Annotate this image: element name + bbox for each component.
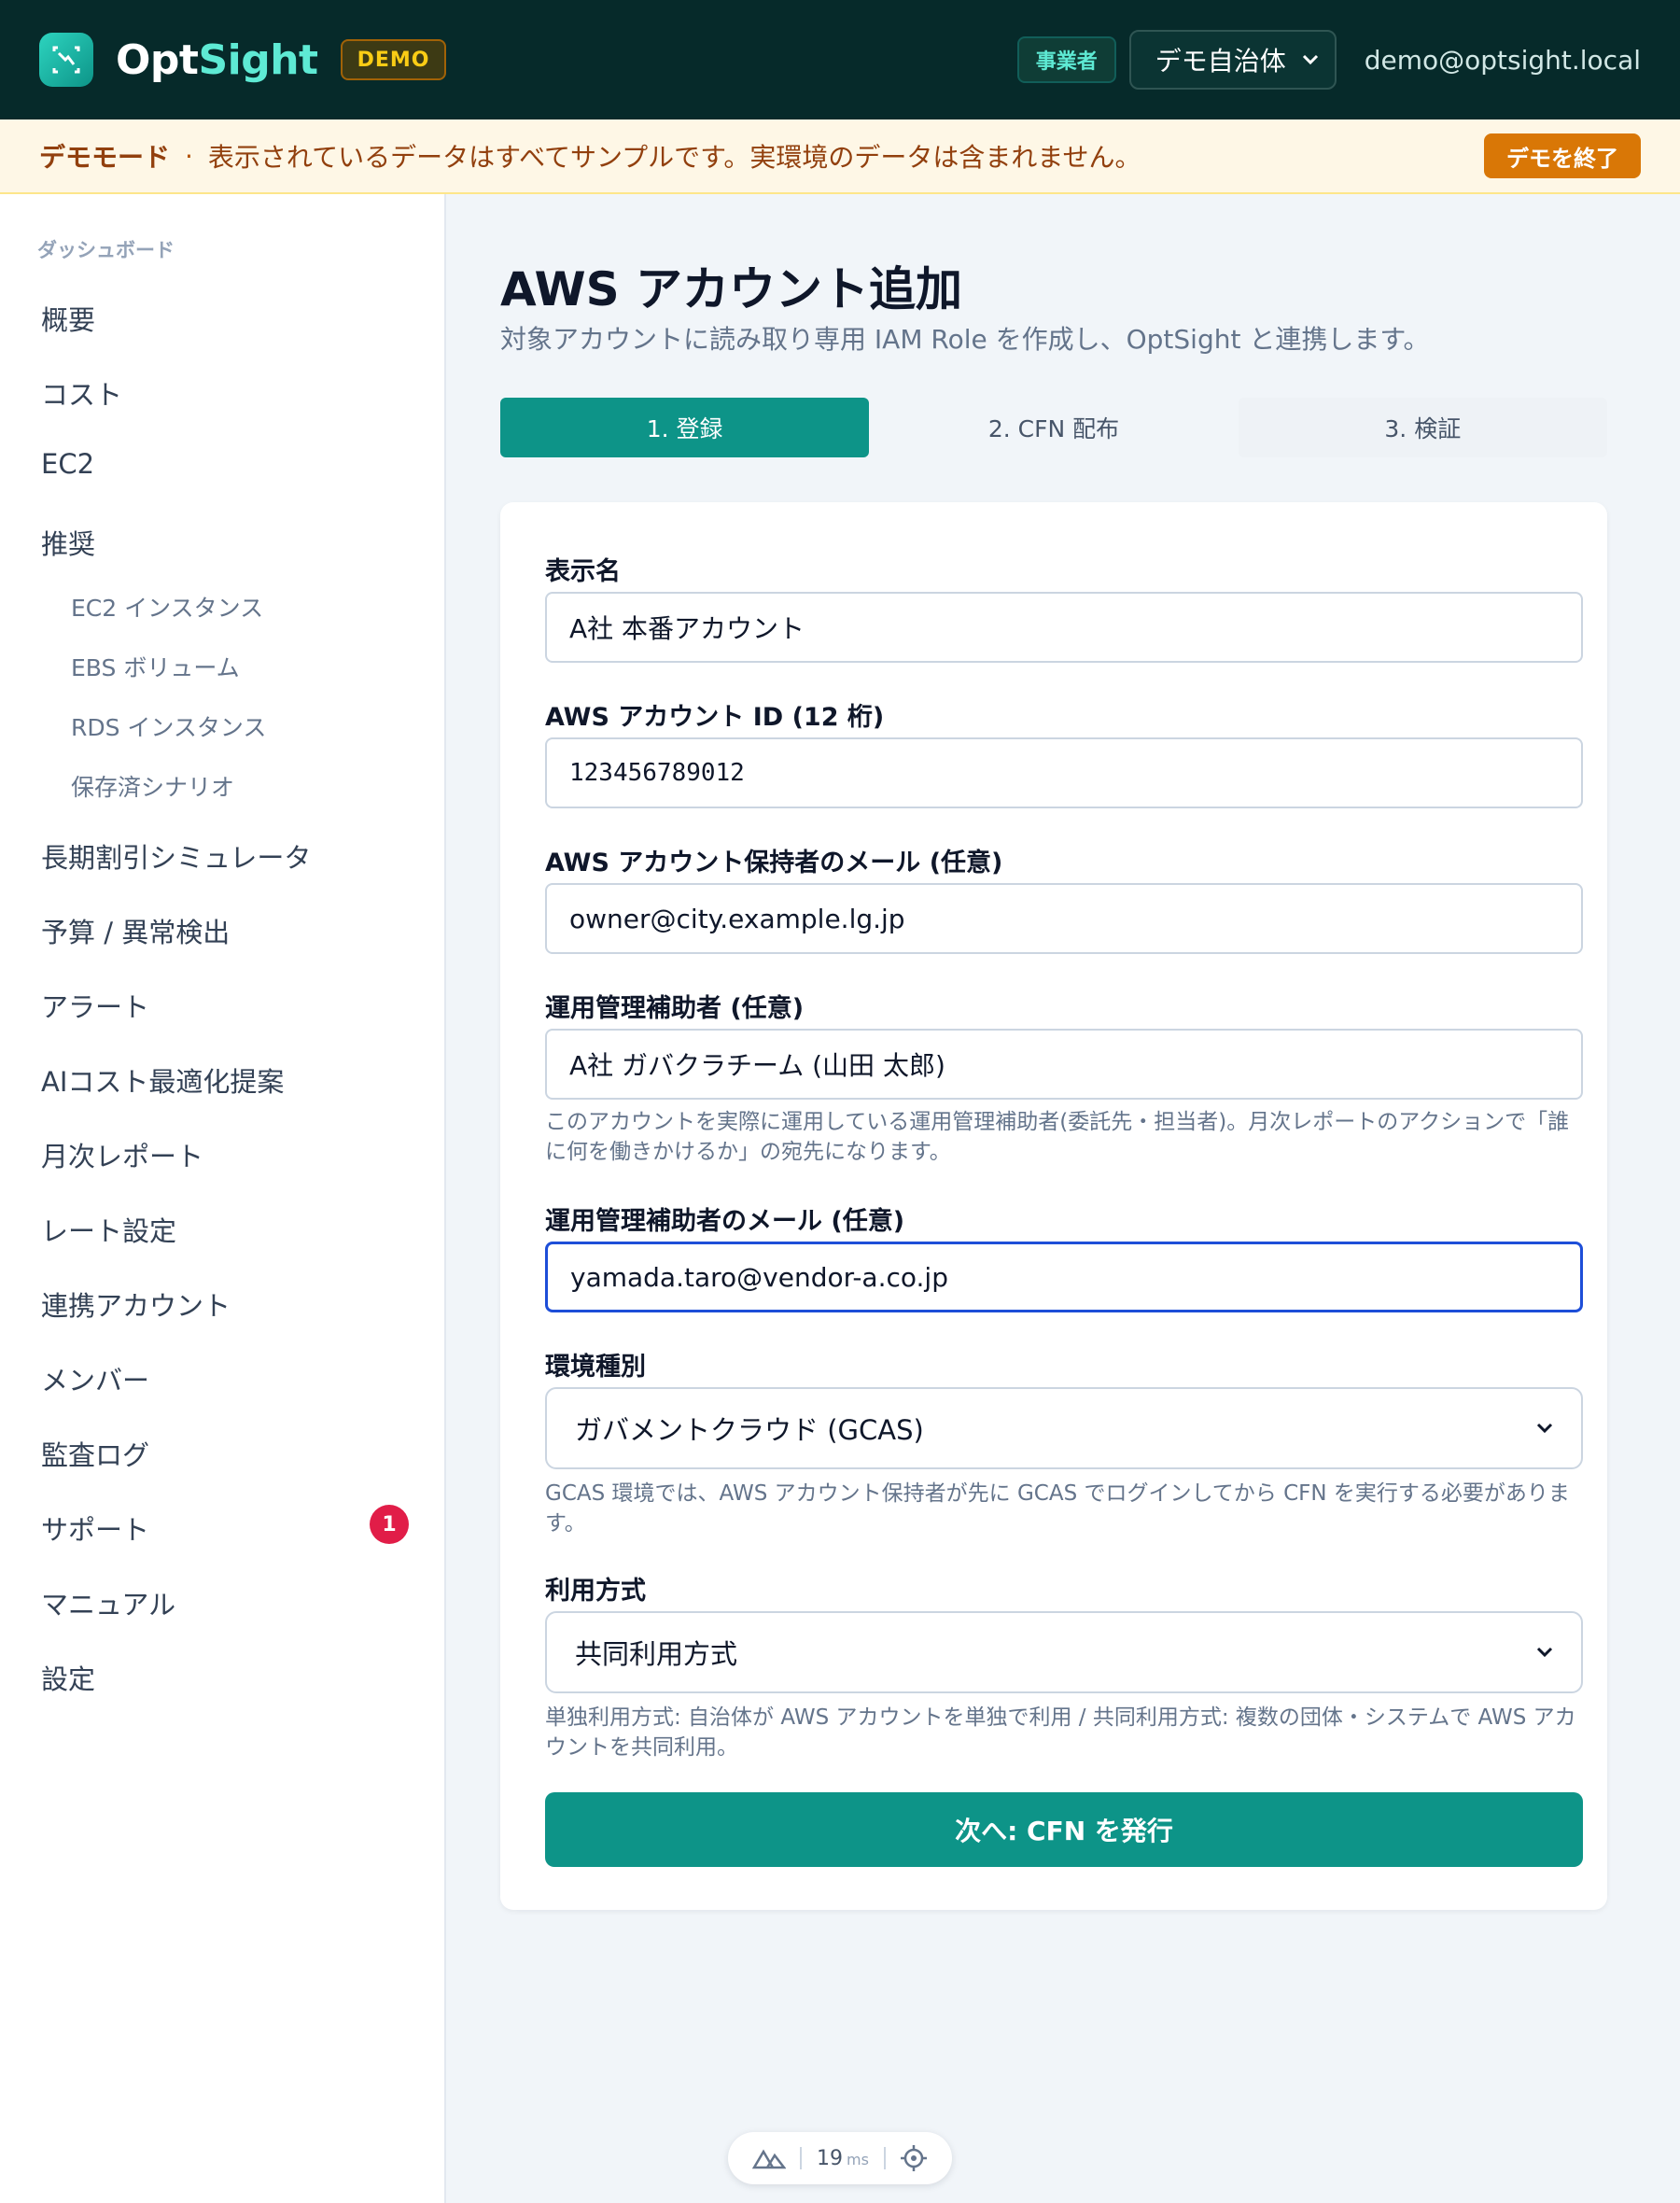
environment-hint: GCAS 環境では、AWS アカウント保持者が先に GCAS でログインしてから… — [545, 1481, 1570, 1536]
exit-demo-button[interactable]: デモを終了 — [1484, 133, 1641, 178]
operator-value: A社 ガバクラチーム (山田 太郎) — [569, 1050, 945, 1081]
operator-email-input[interactable]: yamada.taro@vendor-a.co.jp — [545, 1242, 1583, 1312]
header-right: 事業者 デモ自治体 demo@optsight.local — [1016, 30, 1641, 90]
operator-email-value: yamada.taro@vendor-a.co.jp — [570, 1261, 948, 1293]
stepper: 1. 登録 2. CFN 配布 3. 検証 — [500, 398, 1607, 457]
main-content: AWS アカウント追加 対象アカウントに読み取り専用 IAM Role を作成し… — [446, 194, 1680, 2203]
sidebar-item-members[interactable]: メンバー — [41, 1359, 149, 1398]
chevron-down-icon — [1302, 54, 1318, 65]
sidebar-item-recommendations[interactable]: 推奨 — [41, 523, 95, 562]
render-time-unit: ms — [847, 2150, 869, 2168]
sidebar-section-label: ダッシュボード — [37, 239, 175, 261]
chevron-down-icon — [1536, 1647, 1553, 1658]
display-name-label: 表示名 — [545, 557, 621, 586]
usage-label: 利用方式 — [545, 1577, 646, 1606]
sidebar-subitem-rds-instances[interactable]: RDS インスタンス — [71, 709, 266, 743]
usage-hint: 単独利用方式: 自治体が AWS アカウントを単独で利用 / 共同利用方式: 複… — [545, 1705, 1576, 1760]
brand-prefix: Opt — [116, 35, 199, 84]
owner-email-input[interactable]: owner@city.example.lg.jp — [545, 883, 1583, 954]
tenant-select[interactable]: デモ自治体 — [1128, 30, 1337, 90]
devtools-pill: 19 ms — [728, 2132, 952, 2184]
account-form-card: 表示名 A社 本番アカウント AWS アカウント ID (12 桁) 12345… — [500, 502, 1607, 1910]
account-id-value: 123456789012 — [569, 759, 745, 787]
sidebar-item-ai-optimization[interactable]: AIコスト最適化提案 — [41, 1060, 284, 1100]
crosshair-icon[interactable] — [900, 2144, 928, 2172]
banner-text: 表示されているデータはすべてサンプルです。実環境のデータは含まれません。 — [207, 142, 1141, 173]
role-badge: 事業者 — [1016, 36, 1116, 83]
display-name-value: A社 本番アカウント — [569, 613, 805, 644]
top-navbar: OptSight DEMO 事業者 デモ自治体 demo@optsight.lo… — [0, 0, 1680, 119]
demo-banner: デモモード · 表示されているデータはすべてサンプルです。実環境のデータは含まれ… — [0, 119, 1680, 194]
tenant-select-value: デモ自治体 — [1155, 46, 1286, 77]
sidebar-subitem-ec2-instances[interactable]: EC2 インスタンス — [71, 590, 263, 624]
render-time: 19 ms — [817, 2147, 869, 2170]
sidebar-item-audit-log[interactable]: 監査ログ — [41, 1434, 149, 1473]
sidebar-subitem-ebs-volumes[interactable]: EBS ボリューム — [71, 650, 240, 683]
account-id-input[interactable]: 123456789012 — [545, 737, 1583, 808]
divider — [883, 2147, 886, 2169]
step-cfn-distribute: 2. CFN 配布 — [987, 415, 1120, 442]
next-issue-cfn-button[interactable]: 次へ: CFN を発行 — [545, 1792, 1583, 1867]
owner-email-label: AWS アカウント保持者のメール (任意) — [545, 849, 1003, 877]
operator-label: 運用管理補助者 (任意) — [545, 994, 805, 1023]
sidebar-subitem-saved-scenarios[interactable]: 保存済シナリオ — [71, 769, 234, 803]
display-name-input[interactable]: A社 本番アカウント — [545, 592, 1583, 663]
sidebar-item-discount-simulator[interactable]: 長期割引シミュレータ — [41, 836, 311, 876]
brand-name[interactable]: OptSight — [116, 36, 318, 84]
usage-select[interactable]: 共同利用方式 — [545, 1611, 1583, 1693]
environment-label: 環境種別 — [545, 1353, 646, 1382]
sidebar-item-budget-anomaly[interactable]: 予算 / 異常検出 — [41, 911, 230, 950]
sidebar: ダッシュボード 概要 コスト EC2 推奨 EC2 インスタンス EBS ボリュ… — [0, 194, 446, 2203]
sidebar-item-alerts[interactable]: アラート — [41, 986, 149, 1025]
sidebar-item-linked-accounts[interactable]: 連携アカウント — [41, 1284, 231, 1324]
demo-badge: DEMO — [340, 39, 447, 80]
operator-email-label: 運用管理補助者のメール (任意) — [545, 1207, 905, 1236]
sidebar-item-rate-settings[interactable]: レート設定 — [41, 1210, 176, 1249]
nuxt-icon[interactable] — [751, 2147, 786, 2169]
operator-hint: このアカウントを実際に運用している運用管理補助者(委託先・担当者)。月次レポート… — [545, 1110, 1570, 1164]
environment-select[interactable]: ガバメントクラウド (GCAS) — [545, 1387, 1583, 1469]
brand-accent: Sight — [198, 35, 318, 84]
sidebar-item-settings[interactable]: 設定 — [41, 1658, 95, 1697]
sidebar-item-manual[interactable]: マニュアル — [41, 1583, 175, 1622]
owner-email-value: owner@city.example.lg.jp — [569, 903, 905, 934]
step-register: 1. 登録 — [500, 398, 870, 457]
divider — [800, 2147, 803, 2169]
operator-input[interactable]: A社 ガバクラチーム (山田 太郎) — [545, 1029, 1583, 1100]
sidebar-item-cost[interactable]: コスト — [41, 373, 122, 413]
sidebar-item-monthly-report[interactable]: 月次レポート — [41, 1135, 203, 1174]
banner-title: デモモード — [39, 142, 171, 173]
chevron-down-icon — [1536, 1423, 1553, 1434]
sidebar-item-support[interactable]: サポート — [41, 1508, 149, 1548]
usage-select-value: 共同利用方式 — [575, 1638, 738, 1670]
banner-separator: · — [185, 140, 193, 172]
account-id-label: AWS アカウント ID (12 桁) — [545, 703, 885, 732]
environment-select-value: ガバメントクラウド (GCAS) — [575, 1414, 924, 1446]
user-email[interactable]: demo@optsight.local — [1365, 45, 1641, 76]
sidebar-item-overview[interactable]: 概要 — [41, 299, 95, 338]
render-time-value: 19 — [817, 2146, 844, 2170]
support-count-badge: 1 — [370, 1505, 409, 1544]
page-subtitle: 対象アカウントに読み取り専用 IAM Role を作成し、OptSight と連… — [500, 324, 1430, 355]
step-verify: 3. 検証 — [1238, 398, 1607, 457]
logo-icon — [39, 33, 93, 87]
sidebar-item-ec2[interactable]: EC2 — [41, 448, 94, 480]
page-title: AWS アカウント追加 — [500, 262, 963, 316]
